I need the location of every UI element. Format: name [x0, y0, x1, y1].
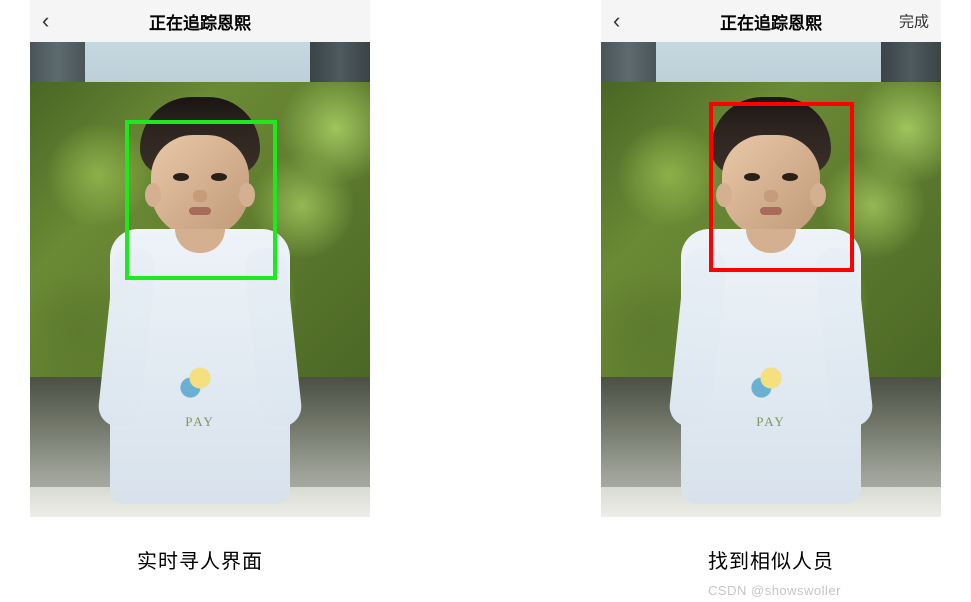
face-detection-box-tracking — [125, 120, 277, 280]
face-detection-box-match — [709, 102, 854, 272]
right-phone: ‹ 正在追踪恩熙 完成 — [601, 0, 941, 517]
done-button[interactable]: 完成 — [899, 11, 929, 32]
shirt-text: PAY — [185, 414, 215, 430]
page-title: 正在追踪恩熙 — [149, 9, 251, 34]
left-screen-wrapper: ‹ 正在追踪恩熙 — [30, 0, 370, 574]
back-icon[interactable]: ‹ — [42, 8, 49, 34]
back-icon[interactable]: ‹ — [613, 8, 620, 34]
right-camera-view: PAY — [601, 42, 941, 517]
right-header-bar: ‹ 正在追踪恩熙 完成 — [601, 0, 941, 42]
left-caption: 实时寻人界面 — [137, 545, 263, 574]
watermark-text: CSDN @showswoller — [708, 583, 841, 598]
screens-container: ‹ 正在追踪恩熙 — [0, 0, 971, 574]
left-header-bar: ‹ 正在追踪恩熙 — [30, 0, 370, 42]
page-title: 正在追踪恩熙 — [720, 9, 822, 34]
right-screen-wrapper: ‹ 正在追踪恩熙 完成 — [601, 0, 941, 574]
left-phone: ‹ 正在追踪恩熙 — [30, 0, 370, 517]
shirt-text: PAY — [756, 414, 786, 430]
left-camera-view: PAY — [30, 42, 370, 517]
right-caption: 找到相似人员 — [708, 545, 834, 574]
